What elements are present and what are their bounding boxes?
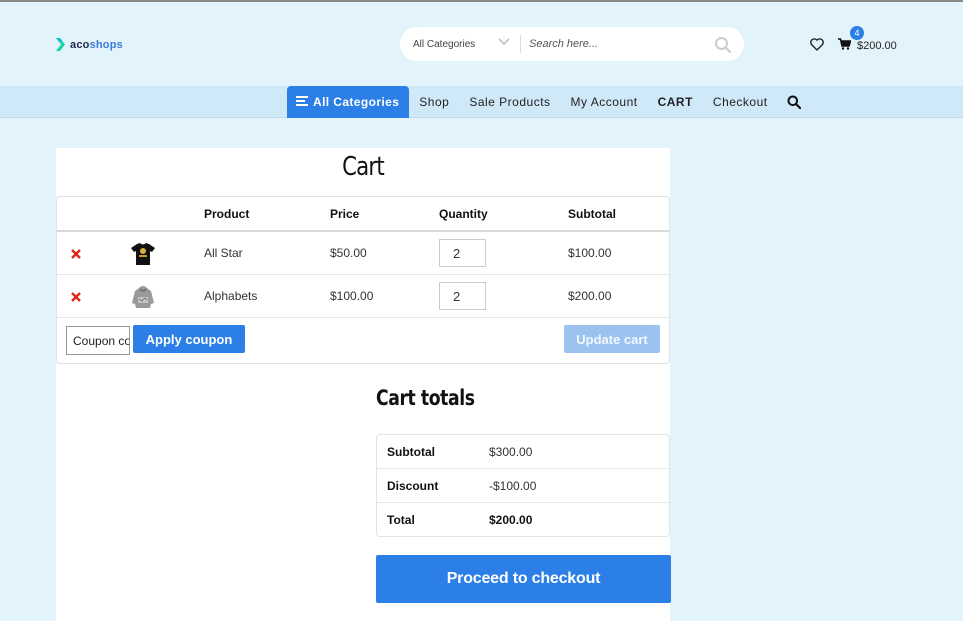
totals-label: Discount: [387, 479, 439, 493]
totals-row-total: Total $200.00: [377, 503, 669, 537]
product-subtotal: $100.00: [568, 246, 612, 260]
wishlist-heart-icon[interactable]: [810, 38, 824, 51]
update-cart-button[interactable]: Update cart: [564, 325, 660, 353]
nav-all-categories-label: All Categories: [313, 95, 400, 109]
table-row: All Star $50.00 $100.00: [57, 232, 669, 275]
totals-value: -$100.00: [489, 479, 537, 493]
mini-cart[interactable]: $200.00: [838, 38, 897, 53]
product-thumbnail-tshirt[interactable]: [129, 240, 157, 268]
totals-label: Subtotal: [387, 445, 435, 459]
chevron-down-icon: [498, 38, 510, 49]
site-header: acoshops All Categories $200.00 4: [0, 2, 963, 86]
cart-totals-title: Cart totals: [376, 386, 475, 410]
nav-all-categories-button[interactable]: All Categories: [287, 86, 410, 118]
cart-icon: [838, 38, 852, 53]
cart-totals-table: Subtotal $300.00 Discount -$100.00 Total…: [376, 434, 670, 537]
search-category-select[interactable]: All Categories: [400, 27, 520, 61]
remove-item-icon[interactable]: [70, 290, 82, 302]
totals-row-subtotal: Subtotal $300.00: [377, 435, 669, 469]
nav-item-checkout[interactable]: Checkout: [703, 95, 778, 109]
nav-item-shop[interactable]: Shop: [409, 95, 459, 109]
quantity-input[interactable]: [439, 282, 486, 310]
search-bar: All Categories: [400, 27, 744, 61]
quantity-input[interactable]: [439, 239, 486, 267]
product-thumbnail-hoodie[interactable]: [129, 283, 157, 311]
search-input[interactable]: [521, 38, 701, 50]
totals-value: $200.00: [489, 513, 533, 527]
logo-chevron-icon: [56, 38, 66, 51]
product-subtotal: $200.00: [568, 289, 612, 303]
cart-actions-row: Apply coupon Update cart: [57, 318, 669, 364]
search-category-label: All Categories: [413, 38, 476, 50]
nav-item-cart[interactable]: CART: [648, 95, 703, 109]
cart-table: Product Price Quantity Subtotal All Star…: [56, 196, 670, 364]
product-name[interactable]: Alphabets: [204, 289, 257, 303]
nav-search-icon[interactable]: [778, 95, 801, 109]
proceed-to-checkout-button[interactable]: Proceed to checkout: [376, 555, 671, 603]
cart-content: Cart Product Price Quantity Subtotal All…: [56, 148, 671, 621]
table-row: Alphabets $100.00 $200.00: [57, 275, 669, 318]
mini-cart-total: $200.00: [857, 39, 897, 52]
column-header-quantity: Quantity: [439, 207, 488, 221]
column-header-product: Product: [204, 207, 250, 221]
nav-item-my-account[interactable]: My Account: [561, 95, 648, 109]
column-header-subtotal: Subtotal: [568, 207, 616, 221]
cart-table-header: Product Price Quantity Subtotal: [57, 197, 669, 232]
product-price: $100.00: [330, 289, 374, 303]
totals-label: Total: [387, 513, 415, 527]
apply-coupon-button[interactable]: Apply coupon: [133, 325, 245, 353]
product-price: $50.00: [330, 246, 367, 260]
main-nav: All Categories Shop Sale Products My Acc…: [0, 86, 963, 118]
cart-count-badge: 4: [850, 26, 864, 40]
menu-lines-icon: [296, 95, 308, 109]
remove-item-icon[interactable]: [70, 247, 82, 259]
totals-value: $300.00: [489, 445, 533, 459]
product-name[interactable]: All Star: [204, 246, 243, 260]
coupon-code-input[interactable]: [66, 326, 130, 355]
page-title: Cart: [342, 152, 385, 182]
totals-row-discount: Discount -$100.00: [377, 469, 669, 503]
nav-item-sale-products[interactable]: Sale Products: [459, 95, 560, 109]
search-icon[interactable]: [714, 36, 732, 54]
logo-text: acoshops: [70, 38, 123, 51]
column-header-price: Price: [330, 207, 360, 221]
site-logo[interactable]: acoshops: [56, 38, 123, 51]
